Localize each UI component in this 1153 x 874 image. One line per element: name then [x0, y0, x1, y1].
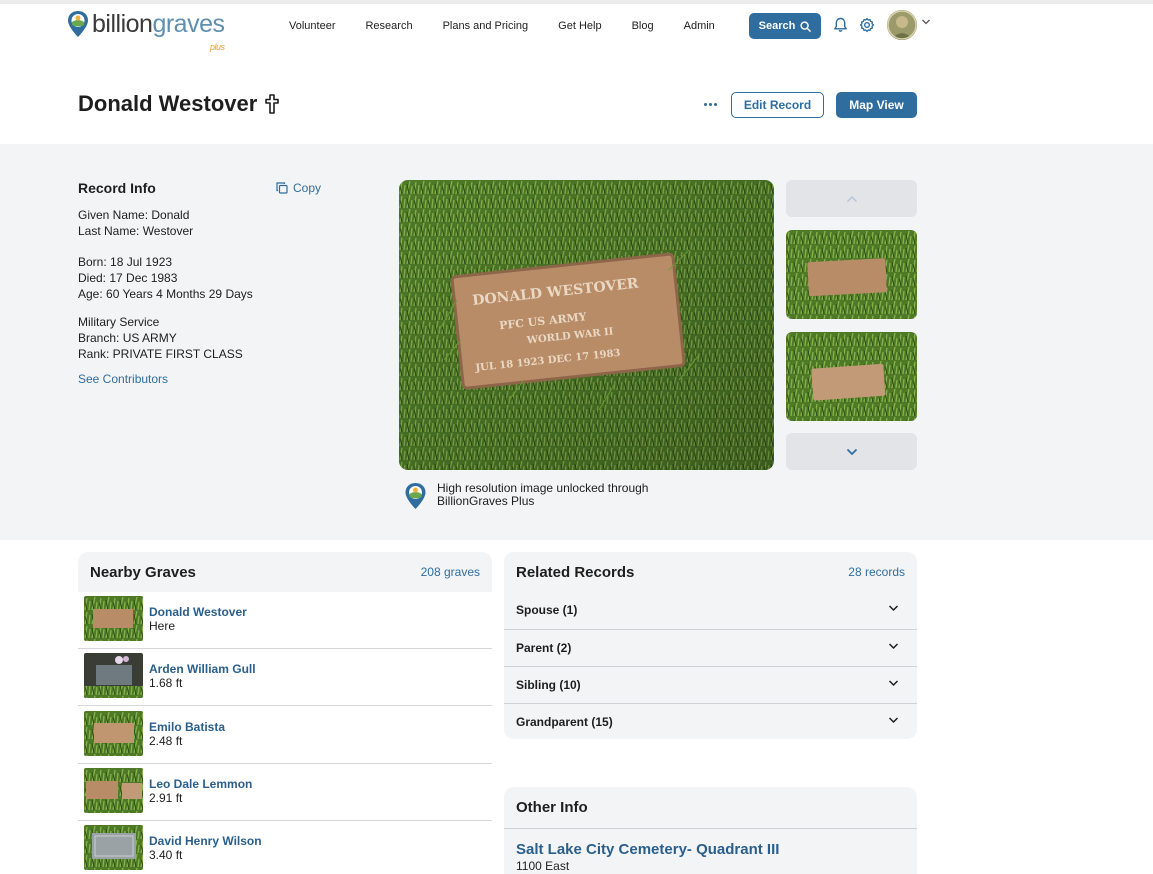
nav-plans-pricing[interactable]: Plans and Pricing: [443, 20, 529, 32]
related-records-title: Related Records: [516, 564, 635, 581]
notifications-bell-icon[interactable]: [831, 16, 849, 34]
more-options-icon[interactable]: [700, 96, 720, 112]
nearby-graves-title: Nearby Graves: [90, 564, 196, 581]
grave-thumbnail: [84, 711, 143, 756]
other-info-card: Other Info Salt Lake City Cemetery- Quad…: [504, 787, 917, 874]
cemetery-address: 1100 East: [516, 859, 570, 873]
nav-blog[interactable]: Blog: [632, 20, 654, 32]
related-row-spouse[interactable]: Spouse (1): [504, 592, 917, 629]
headstone-thumbnail-1[interactable]: [786, 230, 917, 319]
other-info-title: Other Info: [516, 799, 588, 816]
grave-thumbnail: [84, 653, 143, 698]
grave-distance: 3.40 ft: [149, 848, 183, 862]
grave-name[interactable]: Donald Westover: [149, 605, 247, 619]
record-info-title: Record Info: [78, 180, 156, 196]
edit-record-button[interactable]: Edit Record: [731, 92, 824, 118]
thumbnails-up-button[interactable]: [786, 180, 917, 217]
related-row-grandparent[interactable]: Grandparent (15): [504, 703, 917, 740]
grave-thumbnail: [84, 768, 143, 813]
cemetery-link[interactable]: Salt Lake City Cemetery- Quadrant III: [516, 841, 779, 858]
grave-distance: 1.68 ft: [149, 676, 183, 690]
record-info-panel: Record Info Copy Given Name: Donald Last…: [78, 180, 378, 387]
map-view-button[interactable]: Map View: [836, 92, 917, 118]
grave-distance: 2.91 ft: [149, 791, 183, 805]
headstone-thumbnail-2[interactable]: [786, 332, 917, 421]
military-branch: Branch: US ARMY: [78, 331, 177, 345]
grave-name[interactable]: Emilo Batista: [149, 720, 225, 734]
related-records-card: Related Records 28 records Spouse (1) Pa…: [504, 552, 917, 739]
headstone-photo[interactable]: DONALD WESTOVER PFC US ARMY WORLD WAR II…: [399, 180, 774, 470]
user-avatar[interactable]: [887, 10, 917, 40]
age: Age: 60 Years 4 Months 29 Days: [78, 287, 253, 301]
copy-button[interactable]: Copy: [276, 180, 321, 196]
grave-name[interactable]: Leo Dale Lemmon: [149, 777, 252, 791]
thumbnails-down-button[interactable]: [786, 433, 917, 470]
last-name: Last Name: Westover: [78, 224, 194, 238]
military-service-heading: Military Service: [78, 315, 160, 329]
site-header: billiongraves plus Volunteer Research Pl…: [0, 4, 1153, 52]
search-button-label: Search: [758, 20, 796, 32]
grave-name[interactable]: Arden William Gull: [149, 662, 256, 676]
grave-thumbnail: [84, 825, 143, 870]
related-row-label: Parent (2): [516, 641, 572, 655]
chevron-down-icon: [888, 643, 899, 650]
copy-icon: [276, 182, 288, 194]
chevron-down-icon: [888, 717, 899, 724]
nearby-graves-count-link[interactable]: 208 graves: [421, 565, 480, 579]
nav-research[interactable]: Research: [365, 20, 412, 32]
nav-admin[interactable]: Admin: [684, 20, 715, 32]
nearby-grave-row[interactable]: David Henry Wilson 3.40 ft: [78, 821, 492, 874]
chevron-down-icon: [888, 605, 899, 612]
page-title: Donald Westover: [78, 91, 280, 117]
logo-pin-icon: [68, 11, 88, 37]
copy-label: Copy: [293, 181, 322, 195]
nearby-grave-row[interactable]: Donald Westover Here: [78, 592, 492, 649]
born-date: Born: 18 Jul 1923: [78, 255, 173, 269]
related-records-count-link[interactable]: 28 records: [848, 565, 905, 579]
nearby-grave-row[interactable]: Leo Dale Lemmon 2.91 ft: [78, 764, 492, 821]
plus-unlock-notice: High resolution image unlocked through B…: [404, 482, 648, 510]
related-row-parent[interactable]: Parent (2): [504, 629, 917, 666]
plus-note-line-2: BillionGraves Plus: [437, 494, 535, 508]
divider: [504, 828, 917, 829]
related-records-header: Related Records 28 records: [504, 552, 917, 592]
search-icon: [800, 20, 812, 32]
nav-volunteer[interactable]: Volunteer: [289, 20, 335, 32]
logo-plus-label: plus: [209, 42, 225, 52]
nav-get-help[interactable]: Get Help: [558, 20, 601, 32]
grave-thumbnail: [84, 596, 143, 641]
nearby-grave-row[interactable]: Emilo Batista 2.48 ft: [78, 707, 492, 764]
cross-icon: [265, 94, 280, 114]
billiongraves-plus-badge-icon: [405, 483, 426, 509]
chevron-down-icon[interactable]: [921, 18, 931, 26]
died-date: Died: 17 Dec 1983: [78, 271, 178, 285]
main-nav: Volunteer Research Plans and Pricing Get…: [289, 20, 745, 32]
person-name: Donald Westover: [78, 91, 258, 116]
military-rank: Rank: PRIVATE FIRST CLASS: [78, 347, 243, 361]
settings-gear-icon[interactable]: [858, 16, 876, 34]
nearby-grave-row[interactable]: Arden William Gull 1.68 ft: [78, 649, 492, 706]
grave-name[interactable]: David Henry Wilson: [149, 834, 262, 848]
billiongraves-logo[interactable]: billiongraves plus: [67, 10, 225, 52]
chevron-down-icon: [846, 448, 857, 455]
related-row-label: Sibling (10): [516, 678, 581, 692]
chevron-down-icon: [888, 680, 899, 687]
related-row-label: Spouse (1): [516, 603, 578, 617]
related-row-label: Grandparent (15): [516, 715, 613, 729]
given-name: Given Name: Donald: [78, 208, 190, 222]
related-row-sibling[interactable]: Sibling (10): [504, 666, 917, 703]
grave-distance: Here: [149, 619, 176, 633]
see-contributors-link[interactable]: See Contributors: [78, 371, 378, 387]
nearby-graves-header: Nearby Graves 208 graves: [78, 552, 492, 592]
chevron-up-icon: [846, 195, 857, 202]
search-button[interactable]: Search: [749, 13, 821, 39]
grave-distance: 2.48 ft: [149, 734, 183, 748]
logo-word-billion: billion: [92, 10, 153, 38]
logo-wordmark: billiongraves plus: [92, 10, 225, 52]
